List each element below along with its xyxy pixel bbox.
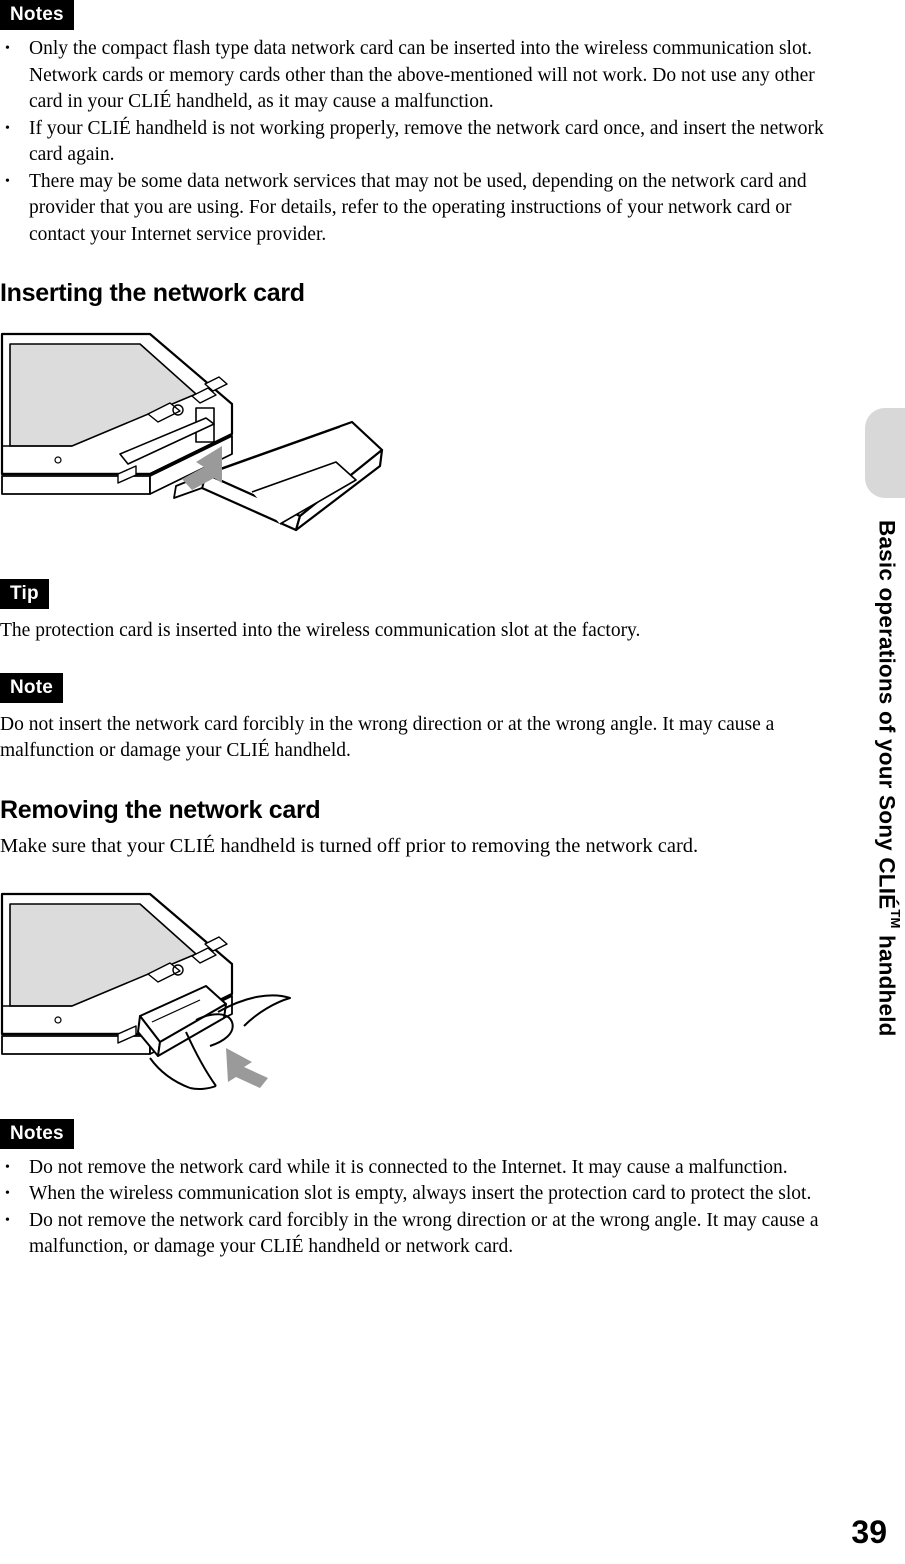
list-item-text: When the wireless communication slot is … <box>29 1183 812 1204</box>
clie-insert-illustration-icon <box>0 332 384 532</box>
notes-label-bottom: Notes <box>0 1118 74 1149</box>
list-item: • Only the compact flash type data netwo… <box>0 36 840 116</box>
tip-label: Tip <box>0 579 49 609</box>
list-item-text: If your CLIÉ handheld is not working pro… <box>29 117 824 166</box>
bullet-glyph-icon: • <box>5 173 10 189</box>
running-title-main: Basic operations of your Sony CLIÉ <box>874 520 900 910</box>
bullet-glyph-icon: • <box>5 120 10 136</box>
list-item: • If your CLIÉ handheld is not working p… <box>0 116 840 169</box>
notes-label-bottom-wrap: Notes <box>0 1118 840 1149</box>
notes-label-top-wrap: Notes <box>0 0 840 30</box>
bullet-glyph-icon: • <box>5 41 10 56</box>
heading-inserting: Inserting the network card <box>0 279 305 307</box>
bullet-glyph-icon: • <box>5 1159 10 1175</box>
bullet-glyph-icon: • <box>5 1186 10 1201</box>
page-content: Notes • Only the compact flash type data… <box>0 0 840 1261</box>
list-item: • When the wireless communication slot i… <box>0 1181 840 1208</box>
page-number: 39 <box>851 1514 887 1550</box>
list-item-text: Do not remove the network card forcibly … <box>29 1209 819 1258</box>
list-item: • There may be some data network service… <box>0 169 840 249</box>
list-item-text: There may be some data network services … <box>29 170 807 245</box>
heading-removing: Removing the network card <box>0 795 321 824</box>
notes-top-list: • Only the compact flash type data netwo… <box>0 36 840 248</box>
running-title-tm: TM <box>888 909 903 929</box>
list-item: • Do not remove the network card forcibl… <box>0 1208 840 1261</box>
note-label: Note <box>0 672 64 703</box>
note-label-wrap: Note <box>0 672 840 703</box>
clie-remove-illustration-icon <box>0 892 291 1090</box>
figure-removing-network-card <box>0 886 840 1101</box>
note-text: Do not insert the network card forcibly … <box>0 713 775 762</box>
list-item: • Do not remove the network card while i… <box>0 1155 840 1182</box>
notes-bottom-list: • Do not remove the network card while i… <box>0 1155 840 1261</box>
remove-arrow-icon <box>226 1047 268 1088</box>
running-title-vertical: Basic operations of your Sony CLIÉTM han… <box>863 520 904 1180</box>
list-item-text: Only the compact flash type data network… <box>29 38 815 112</box>
running-title-tail: handheld <box>874 928 900 1037</box>
bullet-glyph-icon: • <box>5 1212 10 1228</box>
side-tab-marker <box>865 408 905 498</box>
tip-label-wrap: Tip <box>0 579 840 609</box>
list-item-text: Do not remove the network card while it … <box>29 1156 788 1178</box>
tip-text: The protection card is inserted into the… <box>0 620 641 641</box>
document-page: Notes • Only the compact flash type data… <box>0 0 905 1564</box>
notes-label-top: Notes <box>0 0 74 30</box>
figure-inserting-network-card <box>0 326 840 561</box>
removing-text: Make sure that your CLIÉ handheld is tur… <box>0 834 699 857</box>
